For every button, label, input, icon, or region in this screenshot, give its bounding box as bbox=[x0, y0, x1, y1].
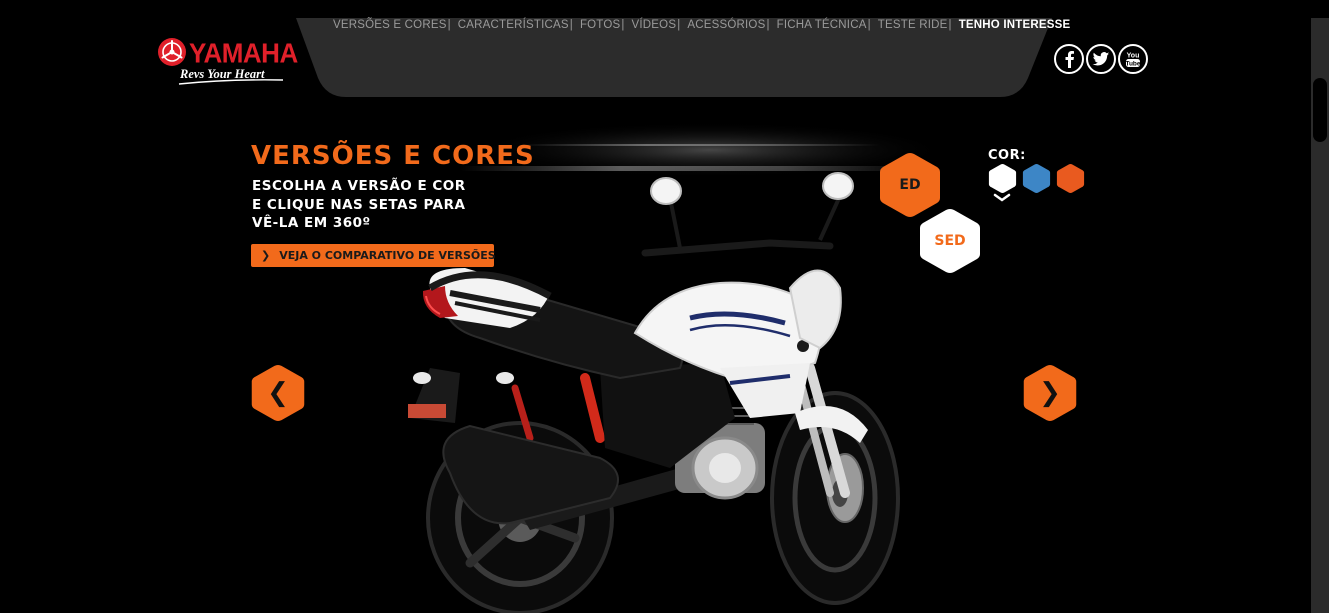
chevron-down-icon bbox=[993, 193, 1011, 202]
svg-text:Tube: Tube bbox=[1125, 61, 1140, 68]
hexagon-shape bbox=[1056, 164, 1085, 193]
nav-separator: | bbox=[766, 19, 770, 31]
nav-separator: | bbox=[569, 19, 573, 31]
svg-text:You: You bbox=[1127, 53, 1140, 60]
color-swatch-blue[interactable] bbox=[1022, 163, 1051, 194]
chevron-left-icon: ❮ bbox=[267, 378, 289, 408]
section-title: VERSÕES E CORES bbox=[251, 141, 535, 171]
nav-item-versoes-cores[interactable]: VERSÕES E CORES bbox=[333, 19, 447, 31]
nav-item-acessorios[interactable]: ACESSÓRIOS bbox=[687, 19, 765, 31]
color-swatch-white[interactable] bbox=[988, 163, 1017, 194]
nav-item-tenho-interesse[interactable]: TENHO INTERESSE bbox=[959, 19, 1071, 31]
instruction-line: VÊ-LA EM 360º bbox=[252, 215, 371, 231]
yamaha-logo[interactable]: YAMAHA Revs Your Heart bbox=[157, 37, 298, 87]
nav-item-ficha-tecnica[interactable]: FICHA TÉCNICA bbox=[777, 19, 867, 31]
instructions-text: ESCOLHA A VERSÃO E COR E CLIQUE NAS SETA… bbox=[252, 177, 466, 233]
twitter-icon bbox=[1092, 51, 1110, 66]
version-sed-button[interactable]: SED bbox=[918, 207, 982, 275]
color-swatch-orange[interactable] bbox=[1056, 163, 1085, 194]
nav-separator: | bbox=[447, 19, 451, 31]
nav-item-videos[interactable]: VÍDEOS bbox=[632, 19, 677, 31]
rotate-right-button[interactable]: ❯ bbox=[1022, 363, 1078, 423]
nav-item-fotos[interactable]: FOTOS bbox=[580, 19, 620, 31]
youtube-button[interactable]: You Tube bbox=[1118, 44, 1148, 74]
chevron-right-icon: ❯ bbox=[1039, 378, 1061, 408]
twitter-button[interactable] bbox=[1086, 44, 1116, 74]
chevron-right-icon: ❯ bbox=[261, 249, 271, 262]
nav-separator: | bbox=[948, 19, 952, 31]
rotate-left-button[interactable]: ❮ bbox=[250, 363, 306, 423]
scrollbar-thumb[interactable] bbox=[1313, 78, 1327, 142]
compare-versions-label: VEJA O COMPARATIVO DE VERSÕES bbox=[279, 249, 496, 262]
instruction-line: E CLIQUE NAS SETAS PARA bbox=[252, 196, 466, 213]
tagline-swoosh bbox=[178, 79, 284, 85]
motorcycle-image[interactable] bbox=[390, 168, 920, 613]
version-sed-label: SED bbox=[934, 233, 966, 249]
facebook-button[interactable] bbox=[1054, 44, 1084, 74]
nav-item-teste-ride[interactable]: TESTE RIDE bbox=[878, 19, 948, 31]
compare-versions-button[interactable]: ❯ VEJA O COMPARATIVO DE VERSÕES bbox=[251, 244, 496, 267]
instruction-line: ESCOLHA A VERSÃO E COR bbox=[252, 178, 466, 194]
version-ed-label: ED bbox=[899, 177, 921, 193]
nav-item-caracteristicas[interactable]: CARACTERÍSTICAS bbox=[458, 19, 569, 31]
nav-separator: | bbox=[677, 19, 681, 31]
main-nav: VERSÕES E CORES | CARACTERÍSTICAS | FOTOS |… bbox=[333, 19, 1070, 31]
facebook-icon bbox=[1065, 51, 1074, 68]
hexagon-shape bbox=[1022, 164, 1051, 193]
nav-separator: | bbox=[621, 19, 625, 31]
brand-name: YAMAHA bbox=[189, 37, 298, 69]
youtube-icon: You Tube bbox=[1125, 53, 1140, 68]
tuning-fork-emblem-icon bbox=[158, 38, 186, 66]
hexagon-shape bbox=[988, 164, 1017, 193]
page-scrollbar[interactable] bbox=[1311, 18, 1329, 613]
color-label: COR: bbox=[988, 148, 1026, 163]
nav-separator: | bbox=[867, 19, 871, 31]
